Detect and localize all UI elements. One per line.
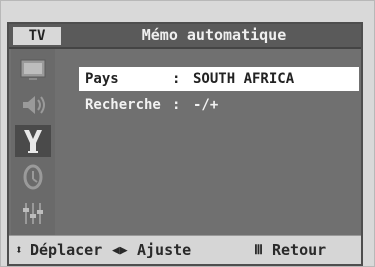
search-label: Recherche [85,97,161,113]
country-separator: : [172,71,181,87]
updown-arrows-icon: ⬍ [15,243,23,258]
menu-row-search[interactable]: Recherche: -/+ [79,93,359,117]
osd-menu: TV Mémo automatique Pays: SOUTH AFRICA … [7,22,363,266]
help-bar: ⬍ Déplacer ◀▶ Ajuste Ⅲ Retour [9,235,361,264]
channel-antenna-icon[interactable] [15,125,51,157]
menu-header: TV Mémo automatique [9,24,361,49]
adjust-hint: Ajuste [137,241,192,259]
search-separator: : [172,97,181,113]
setup-icon[interactable] [15,161,51,193]
search-value: -/+ [193,97,219,113]
sound-icon[interactable] [15,89,51,121]
menu-content: Pays: SOUTH AFRICA Recherche: -/+ [59,49,359,237]
return-hint: Retour [272,241,327,259]
country-label: Pays [85,71,119,87]
menu-row-country[interactable]: Pays: SOUTH AFRICA [79,67,359,91]
menu-return-icon: Ⅲ [254,243,263,258]
page-title: Mémo automatique [141,26,287,44]
country-value: SOUTH AFRICA [193,71,295,87]
move-hint: Déplacer [30,241,103,259]
leftright-arrows-icon: ◀▶ [112,243,128,258]
picture-icon[interactable] [15,53,51,85]
menu-sidebar [11,49,55,237]
tab-tv[interactable]: TV [13,27,61,45]
input-icon[interactable] [15,197,51,229]
